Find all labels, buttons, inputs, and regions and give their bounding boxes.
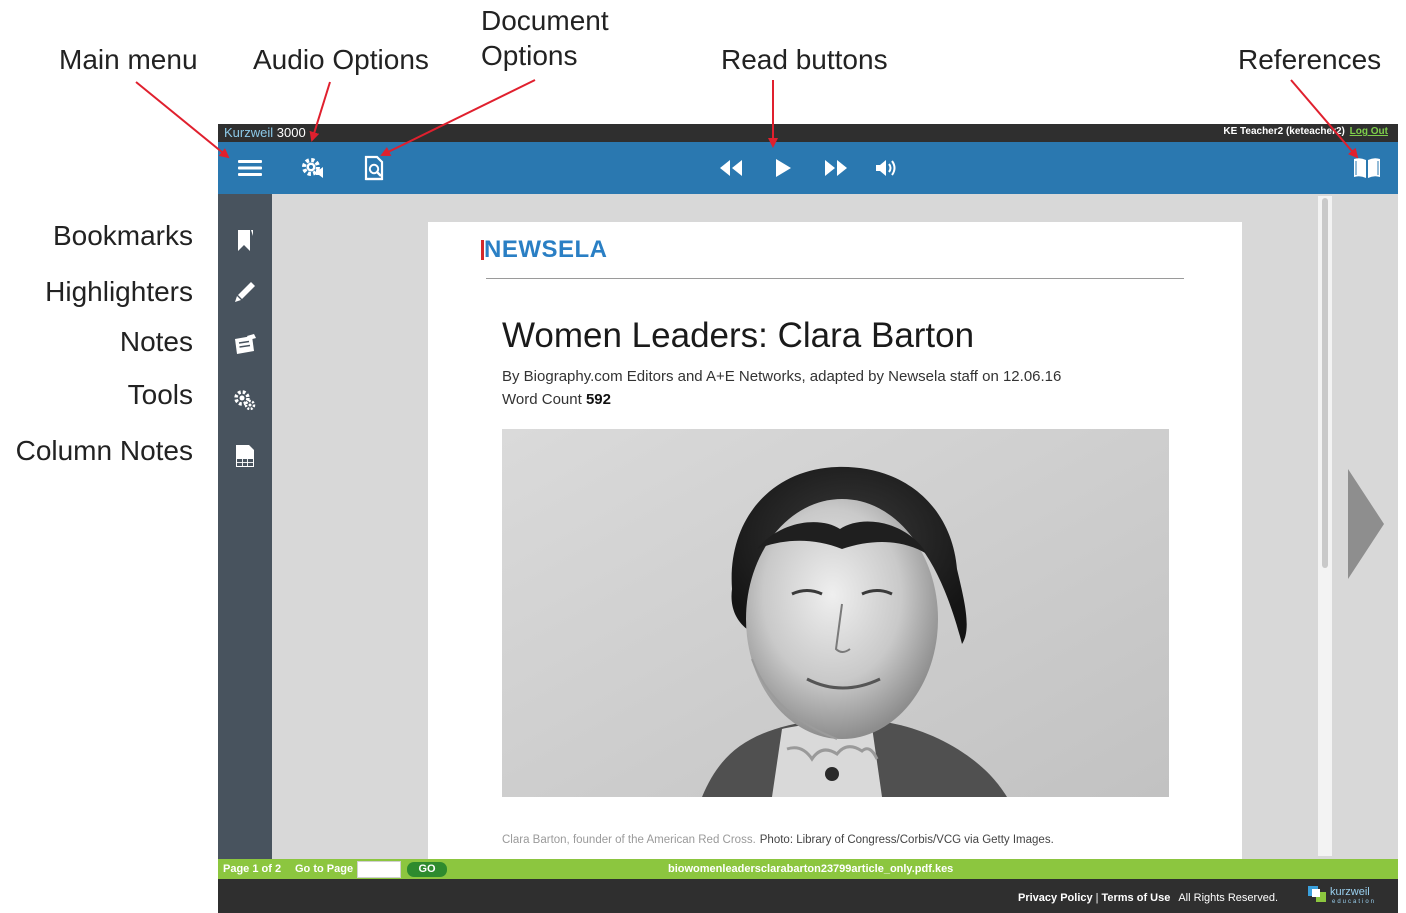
terms-of-use-link[interactable]: Terms of Use: [1101, 892, 1170, 904]
references-callout: References: [1238, 44, 1382, 75]
fast-forward-icon[interactable]: [816, 148, 856, 188]
privacy-policy-link[interactable]: Privacy Policy: [1018, 892, 1093, 904]
newsela-logo: NEWSELA: [481, 236, 608, 263]
article-byline: By Biography.com Editors and A+E Network…: [502, 368, 1062, 385]
notes-callout: Notes: [119, 326, 193, 357]
next-page-arrow-icon[interactable]: [1346, 469, 1386, 579]
brand-name: Kurzweil: [224, 125, 274, 140]
kurzweil-logo-text: kurzweil: [1330, 886, 1370, 898]
document-options-callout-line1: Document: [481, 5, 609, 36]
status-bar: Page 1 of 2 Go to Page GO biowomenleader…: [218, 859, 1398, 879]
title-bar: Kurzweil 3000 KE Teacher2 (keteacher2) L…: [218, 124, 1398, 142]
play-icon[interactable]: [763, 148, 803, 188]
tools-callout: Tools: [127, 379, 193, 410]
user-info: KE Teacher2 (keteacher2) Log Out: [1223, 126, 1388, 137]
kurzweil-logo-subtext: education: [1332, 899, 1377, 905]
kurzweil-logo-icon: [1308, 886, 1326, 902]
sidebar: [218, 194, 272, 859]
rights-text: All Rights Reserved.: [1178, 892, 1278, 904]
logout-link[interactable]: Log Out: [1350, 126, 1388, 137]
audio-settings-icon[interactable]: [293, 148, 333, 188]
document-options-icon[interactable]: [354, 148, 394, 188]
scrollbar-thumb[interactable]: [1322, 198, 1328, 568]
rewind-icon[interactable]: [711, 148, 751, 188]
notes-icon[interactable]: [227, 327, 263, 363]
goto-page-label: Go to Page: [295, 863, 354, 875]
footer-separator: |: [1095, 892, 1099, 904]
tools-icon[interactable]: [227, 381, 263, 417]
main-toolbar: [218, 142, 1398, 194]
user-name: KE Teacher2 (keteacher2): [1223, 126, 1345, 137]
main-menu-arrow: [135, 81, 230, 159]
read-buttons-callout: Read buttons: [721, 44, 888, 75]
word-count: Word Count 592: [502, 391, 611, 408]
photo-caption: Clara Barton, founder of the American Re…: [502, 834, 1054, 846]
menu-icon[interactable]: [230, 148, 270, 188]
document-filename: biowomenleadersclarabarton23799article_o…: [668, 863, 954, 875]
bookmarks-callout: Bookmarks: [52, 220, 193, 251]
footer: Privacy Policy | Terms of Use All Rights Re…: [218, 879, 1398, 913]
vertical-scrollbar[interactable]: [1318, 196, 1332, 856]
main-menu-callout: Main menu: [59, 44, 198, 75]
volume-icon[interactable]: [867, 148, 907, 188]
kurzweil-app: Kurzweil 3000 KE Teacher2 (keteacher2) L…: [218, 124, 1398, 913]
caption-text: Clara Barton, founder of the American Re…: [502, 834, 756, 846]
app-brand: Kurzweil 3000: [224, 125, 306, 140]
document-page: NEWSELA Women Leaders: Clara Barton By B…: [428, 222, 1242, 859]
column-notes-icon[interactable]: [227, 438, 263, 474]
book-icon[interactable]: [1347, 148, 1387, 188]
document-viewer: NEWSELA Women Leaders: Clara Barton By B…: [272, 194, 1398, 859]
brand-number: 3000: [276, 125, 306, 140]
page-info: Page 1 of 2: [223, 863, 282, 875]
bookmark-icon[interactable]: [227, 222, 263, 258]
photo-credit: Photo: Library of Congress/Corbis/VCG vi…: [759, 834, 1054, 846]
document-options-callout-line2: Options: [481, 40, 578, 71]
highlighters-callout: Highlighters: [45, 276, 193, 307]
highlighter-icon[interactable]: [227, 274, 263, 310]
go-button[interactable]: GO: [407, 862, 447, 877]
article-photo: [502, 429, 1169, 797]
article-title: Women Leaders: Clara Barton: [502, 316, 975, 355]
audio-options-callout: Audio Options: [253, 44, 429, 75]
goto-page-input[interactable]: [357, 861, 401, 878]
column-notes-callout: Column Notes: [15, 435, 193, 466]
word-count-value: 592: [585, 391, 611, 408]
footer-links: Privacy Policy | Terms of Use All Rights Re…: [1018, 892, 1278, 904]
word-count-label: Word Count: [502, 391, 582, 408]
header-divider: [486, 278, 1184, 279]
kurzweil-logo: kurzweil education: [1308, 884, 1374, 907]
